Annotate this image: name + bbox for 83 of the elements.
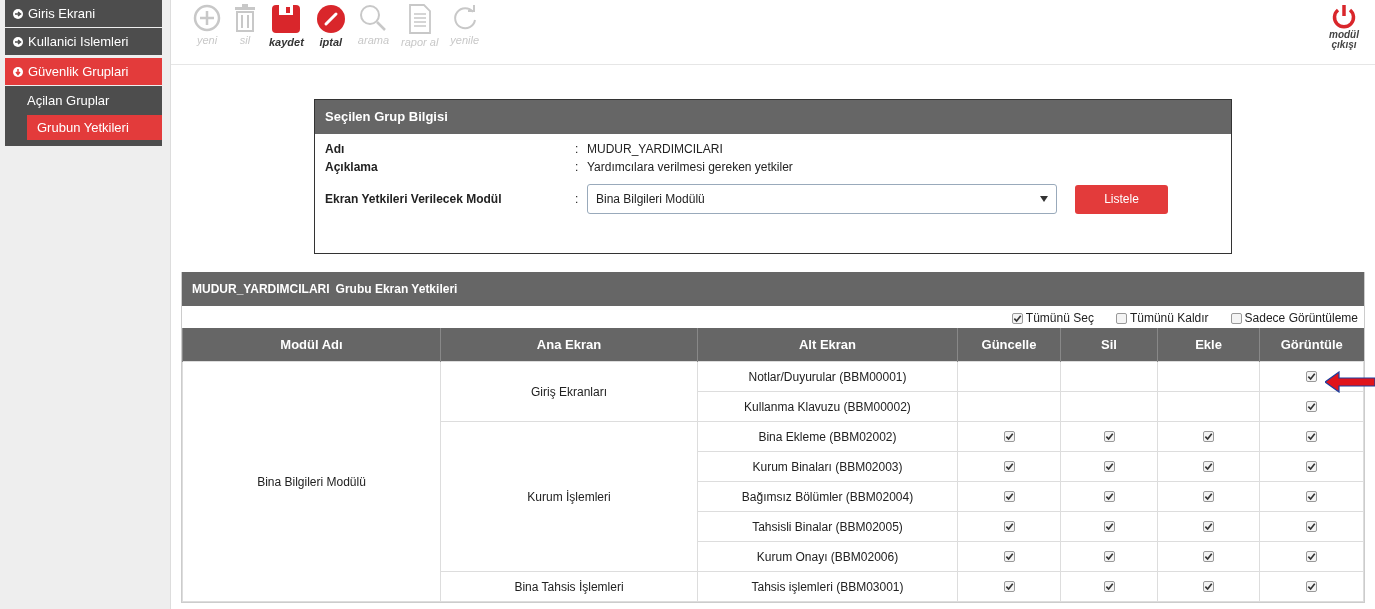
trash-icon (233, 4, 257, 32)
checkbox-label: Tümünü Kaldır (1129, 311, 1209, 325)
table-cell: Bağımsız Bölümler (BBM02004) (741, 489, 914, 504)
checkbox[interactable] (1203, 460, 1214, 472)
table-cell: Bina Bilgileri Modülü (257, 474, 366, 489)
checkbox[interactable] (1306, 460, 1317, 472)
checkbox[interactable] (1011, 312, 1023, 324)
checkbox[interactable] (1115, 312, 1127, 324)
column-header: Ana Ekran (536, 337, 602, 352)
document-icon (408, 4, 431, 34)
toolbar-button[interactable]: iptal (309, 4, 352, 48)
list-button[interactable]: Listele (1075, 184, 1168, 214)
plus-icon (193, 4, 221, 32)
field-value: MUDUR_YARDIMCILARI (587, 142, 724, 156)
checkbox[interactable] (1306, 580, 1317, 592)
table-cell: Kullanma Klavuzu (BBM00002) (744, 399, 911, 414)
toolbar-button[interactable]: kaydet (263, 4, 310, 48)
card-title: Seçilen Grup Bilgisi (315, 100, 1231, 134)
table-cell: Kurum Binaları (BBM02003) (752, 459, 903, 474)
checkbox[interactable] (1306, 430, 1317, 442)
separator: : (575, 192, 580, 206)
checkbox[interactable] (1103, 580, 1115, 592)
field-label: Ekran Yetkileri Verilecek Modül (325, 192, 503, 206)
table-cell: Bina Ekleme (BBM02002) (758, 429, 897, 444)
checkbox[interactable] (1103, 430, 1115, 442)
checkbox[interactable] (1306, 400, 1317, 412)
field-label: Açıklama (325, 160, 379, 174)
table-cell: Tahsis işlemleri (BBM03001) (751, 579, 904, 594)
panel-title: MUDUR_YARDIMCILARI Grubu Ekran Yetkileri (182, 272, 1364, 306)
table-cell: Bina Tahsis İşlemleri (514, 579, 624, 594)
circle-arrow-icon (13, 8, 23, 19)
separator: : (575, 142, 580, 156)
checkbox[interactable] (1003, 490, 1015, 502)
table-cell: Kurum Onayı (BBM02006) (756, 549, 899, 564)
checkbox[interactable] (1103, 550, 1115, 562)
menu-item[interactable]: Kullanici Islemleri (5, 28, 162, 55)
checkbox[interactable] (1003, 430, 1015, 442)
menu-item[interactable]: Güvenlik Gruplari (5, 58, 162, 85)
table-cell: Giriş Ekranları (531, 384, 607, 399)
menu-item[interactable]: Giris Ekrani (5, 0, 162, 27)
column-header: Modül Adı (280, 337, 343, 352)
checkbox[interactable] (1103, 460, 1115, 472)
caret-icon (1040, 196, 1048, 202)
circle-arrow-icon (13, 66, 23, 77)
column-header: Sil (1101, 337, 1117, 352)
checkbox[interactable] (1203, 520, 1214, 532)
checkbox[interactable] (1203, 550, 1214, 562)
checkbox[interactable] (1103, 490, 1115, 502)
arrow-icon (1325, 371, 1375, 393)
checkbox-label: Tümünü Seç (1025, 311, 1094, 325)
cancel-icon (315, 4, 346, 34)
checkbox[interactable] (1230, 312, 1242, 324)
column-header: Alt Ekran (798, 337, 857, 352)
module-select[interactable]: Bina Bilgileri Modülü (587, 184, 1057, 214)
field-label: Adı (325, 142, 346, 156)
exit-button[interactable]: modül çıkışı (1327, 4, 1361, 50)
power-icon (1331, 4, 1357, 30)
checkbox[interactable] (1203, 430, 1214, 442)
circle-arrow-icon (13, 36, 23, 47)
checkbox[interactable] (1203, 580, 1214, 592)
checkbox[interactable] (1003, 460, 1015, 472)
checkbox[interactable] (1103, 520, 1115, 532)
column-header: Ekle (1195, 337, 1222, 352)
checkbox[interactable] (1306, 520, 1317, 532)
column-header: Güncelle (981, 337, 1037, 352)
submenu-item[interactable]: Grubun Yetkileri (27, 115, 162, 140)
checkbox[interactable] (1306, 370, 1317, 382)
checkbox[interactable] (1003, 580, 1015, 592)
submenu-item[interactable]: Açilan Gruplar (5, 88, 162, 113)
table-cell: Tahsisli Binalar (BBM02005) (752, 519, 903, 534)
table-cell: Notlar/Duyurular (BBM00001) (748, 369, 907, 384)
checkbox[interactable] (1003, 520, 1015, 532)
column-header: Görüntüle (1280, 337, 1343, 352)
checkbox[interactable] (1203, 490, 1214, 502)
table-cell: Kurum İşlemleri (527, 489, 611, 504)
checkbox[interactable] (1003, 550, 1015, 562)
checkbox[interactable] (1306, 550, 1317, 562)
checkbox[interactable] (1306, 490, 1317, 502)
separator: : (575, 160, 580, 174)
search-icon (359, 4, 388, 32)
field-value: Yardımcılara verilmesi gereken yetkiler (587, 160, 794, 174)
checkbox-label: Sadece Görüntüleme (1244, 311, 1358, 325)
save-icon (271, 4, 302, 34)
